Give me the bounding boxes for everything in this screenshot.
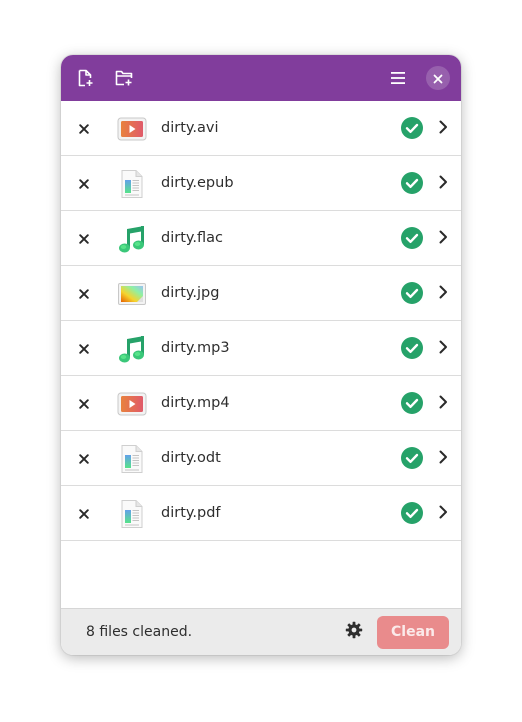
- chevron-right-icon: [438, 339, 448, 358]
- document-file-icon: [117, 499, 147, 529]
- check-icon: [401, 117, 423, 139]
- chevron-right-icon: [438, 229, 448, 248]
- file-details-button[interactable]: [431, 336, 455, 360]
- file-details-button[interactable]: [431, 446, 455, 470]
- folder-new-icon: [115, 69, 133, 87]
- document-file-icon: [117, 169, 147, 199]
- add-folder-button[interactable]: [108, 62, 140, 94]
- document-file-icon: [117, 444, 147, 474]
- headerbar: [61, 55, 461, 101]
- remove-file-button[interactable]: [72, 171, 96, 195]
- file-details-button[interactable]: [431, 226, 455, 250]
- chevron-right-icon: [438, 449, 448, 468]
- remove-file-button[interactable]: [72, 446, 96, 470]
- chevron-right-icon: [438, 284, 448, 303]
- close-icon: [433, 69, 443, 88]
- file-name: dirty.mp4: [161, 395, 230, 411]
- video-file-icon: [117, 114, 147, 144]
- gear-icon: [345, 621, 363, 643]
- file-details-button[interactable]: [431, 281, 455, 305]
- file-details-button[interactable]: [431, 171, 455, 195]
- settings-button[interactable]: [342, 620, 366, 644]
- document-new-icon: [76, 69, 94, 87]
- chevron-right-icon: [438, 119, 448, 138]
- chevron-right-icon: [438, 504, 448, 523]
- close-icon: [79, 504, 89, 523]
- file-name: dirty.avi: [161, 120, 219, 136]
- chevron-right-icon: [438, 394, 448, 413]
- file-row[interactable]: dirty.pdf: [61, 486, 461, 541]
- image-file-icon: [117, 279, 147, 309]
- file-row[interactable]: dirty.flac: [61, 211, 461, 266]
- file-name: dirty.flac: [161, 230, 223, 246]
- file-row[interactable]: dirty.mp3: [61, 321, 461, 376]
- check-icon: [401, 502, 423, 524]
- file-details-button[interactable]: [431, 391, 455, 415]
- audio-file-icon: [117, 334, 147, 364]
- file-name: dirty.odt: [161, 450, 221, 466]
- file-row[interactable]: dirty.avi: [61, 101, 461, 156]
- footer-bar: 8 files cleaned. Clean: [61, 608, 461, 655]
- file-name: dirty.epub: [161, 175, 234, 191]
- app-window: dirty.avi dirty.epub dirty.flac dirty.jpg di…: [61, 55, 461, 655]
- remove-file-button[interactable]: [72, 226, 96, 250]
- main-menu-button[interactable]: [382, 62, 414, 94]
- add-files-button[interactable]: [69, 62, 101, 94]
- window-close-button[interactable]: [426, 66, 450, 90]
- remove-file-button[interactable]: [72, 116, 96, 140]
- check-icon: [401, 392, 423, 414]
- file-row[interactable]: dirty.jpg: [61, 266, 461, 321]
- close-icon: [79, 229, 89, 248]
- file-name: dirty.mp3: [161, 340, 230, 356]
- audio-file-icon: [117, 224, 147, 254]
- check-icon: [401, 337, 423, 359]
- file-list: dirty.avi dirty.epub dirty.flac dirty.jpg di…: [61, 101, 461, 541]
- file-row[interactable]: dirty.mp4: [61, 376, 461, 431]
- check-icon: [401, 172, 423, 194]
- file-name: dirty.jpg: [161, 285, 220, 301]
- remove-file-button[interactable]: [72, 501, 96, 525]
- close-icon: [79, 394, 89, 413]
- clean-button[interactable]: Clean: [377, 616, 449, 649]
- check-icon: [401, 282, 423, 304]
- file-row[interactable]: dirty.epub: [61, 156, 461, 211]
- check-icon: [401, 447, 423, 469]
- close-icon: [79, 284, 89, 303]
- remove-file-button[interactable]: [72, 391, 96, 415]
- close-icon: [79, 174, 89, 193]
- remove-file-button[interactable]: [72, 336, 96, 360]
- close-icon: [79, 339, 89, 358]
- file-details-button[interactable]: [431, 116, 455, 140]
- file-name: dirty.pdf: [161, 505, 221, 521]
- file-row[interactable]: dirty.odt: [61, 431, 461, 486]
- chevron-right-icon: [438, 174, 448, 193]
- status-text: 8 files cleaned.: [86, 624, 193, 640]
- close-icon: [79, 449, 89, 468]
- video-file-icon: [117, 389, 147, 419]
- check-icon: [401, 227, 423, 249]
- file-details-button[interactable]: [431, 501, 455, 525]
- remove-file-button[interactable]: [72, 281, 96, 305]
- close-icon: [79, 119, 89, 138]
- hamburger-menu-icon: [390, 71, 406, 85]
